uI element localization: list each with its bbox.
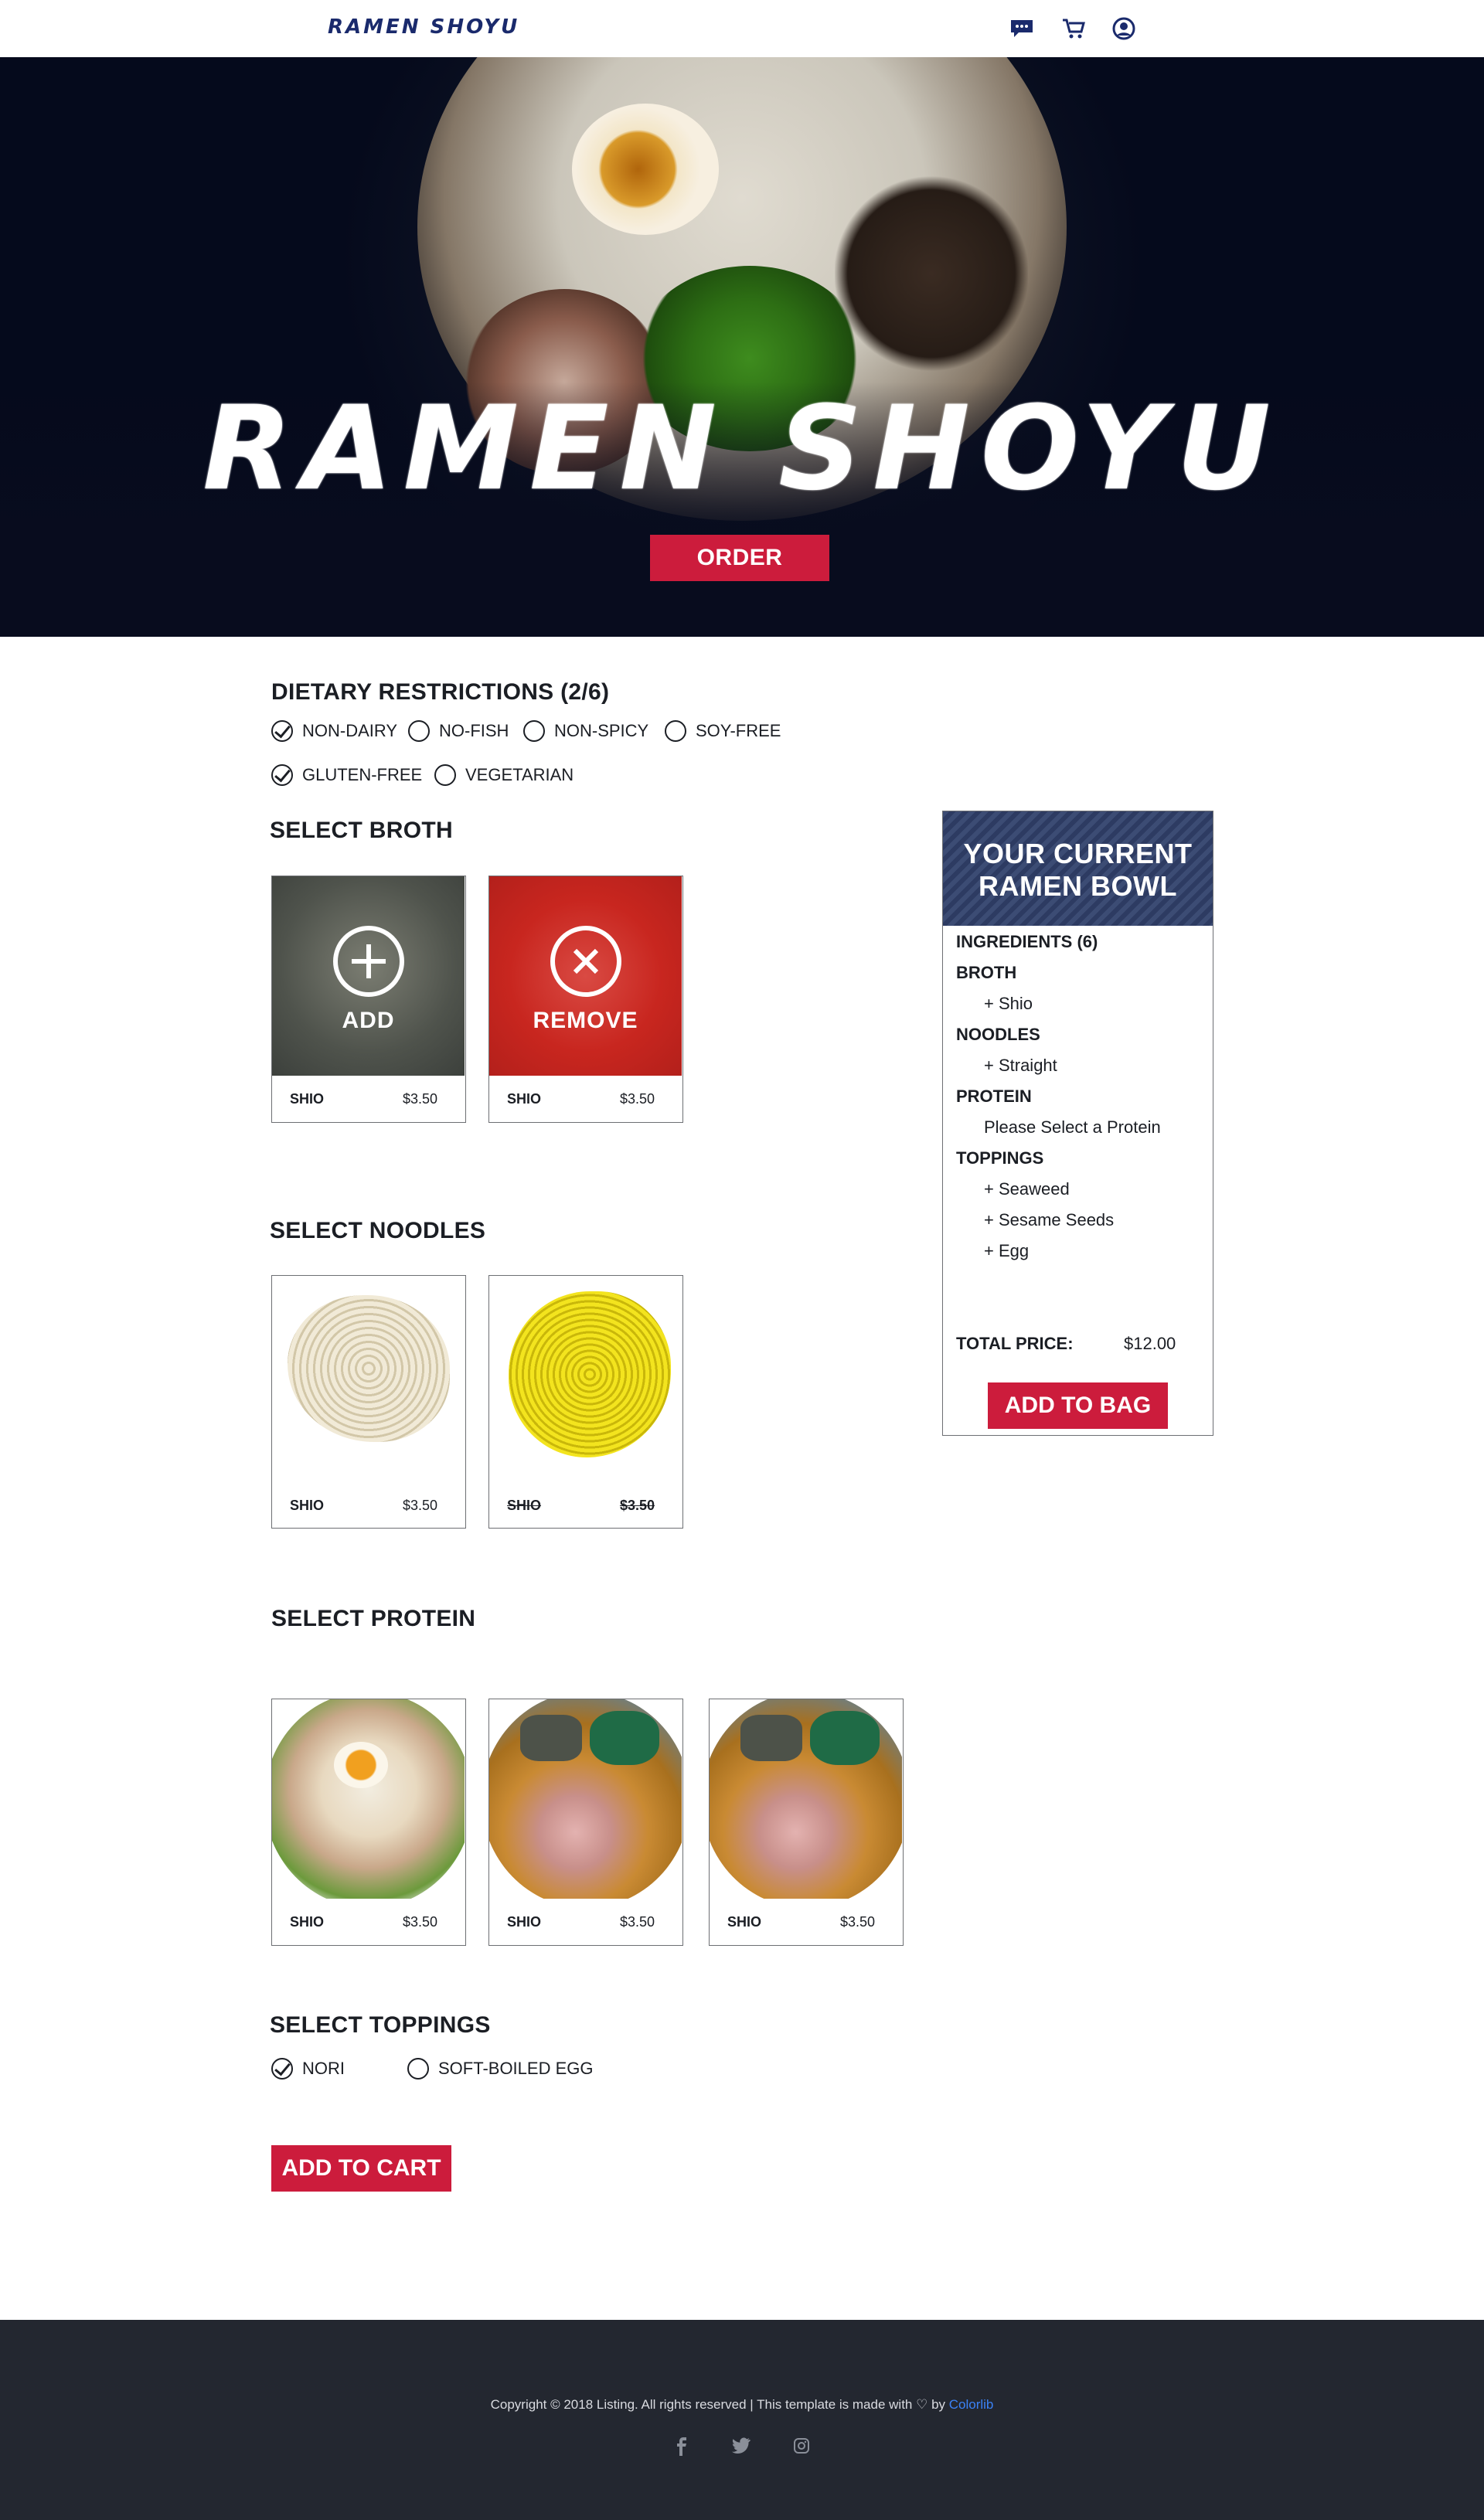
broth-card-add[interactable]: ADD SHIO $3.50: [271, 876, 466, 1123]
hero-title: RAMEN SHOYU: [203, 382, 1281, 516]
remove-label: REMOVE: [533, 1008, 638, 1033]
item-name: SHIO: [290, 1497, 325, 1513]
item-name: SHIO: [727, 1913, 762, 1930]
user-icon[interactable]: [1111, 17, 1137, 40]
topping-item: + Seaweed: [984, 1179, 1070, 1199]
item-price: $3.50: [402, 1497, 437, 1513]
protein-image: [710, 1699, 902, 1899]
item-price: $3.50: [619, 1913, 655, 1930]
checkbox[interactable]: [408, 720, 430, 742]
colorlib-link[interactable]: Colorlib: [949, 2397, 994, 2412]
copyright-text: Copyright © 2018 Listing. All rights res…: [490, 2397, 994, 2412]
toppings-label: TOPPINGS: [956, 1148, 1044, 1168]
dietary-option-non-dairy[interactable]: NON-DAIRY: [271, 720, 397, 742]
broth-title: SELECT BROTH: [270, 818, 453, 843]
egg-image: [572, 104, 719, 235]
noodle-image: [272, 1276, 465, 1483]
broth-image: ADD: [272, 876, 465, 1076]
add-to-cart-button[interactable]: ADD TO CART: [271, 2145, 451, 2192]
social-links: [674, 2437, 810, 2460]
item-price: $3.50: [402, 1913, 437, 1930]
broth-item: + Shio: [984, 994, 1033, 1013]
item-price: $3.50: [839, 1913, 875, 1930]
facebook-icon[interactable]: [674, 2437, 689, 2460]
total-value: $12.00: [1124, 1334, 1176, 1353]
checkbox[interactable]: [665, 720, 686, 742]
plus-icon[interactable]: [333, 926, 404, 997]
topping-option-soft-boiled-egg[interactable]: SOFT-BOILED EGG: [407, 2058, 593, 2080]
add-label: ADD: [342, 1008, 395, 1033]
noodle-card[interactable]: SHIO $3.50: [271, 1275, 466, 1529]
item-price: $3.50: [619, 1497, 655, 1513]
dietary-option-gluten-free[interactable]: GLUTEN-FREE: [271, 764, 422, 786]
dietary-option-soy-free[interactable]: SOY-FREE: [665, 720, 781, 742]
dietary-option-no-fish[interactable]: NO-FISH: [408, 720, 509, 742]
item-price: $3.50: [619, 1090, 655, 1107]
noodle-card[interactable]: SHIO $3.50: [488, 1275, 683, 1529]
noodles-item: + Straight: [984, 1056, 1057, 1075]
footer: Copyright © 2018 Listing. All rights res…: [0, 2320, 1484, 2520]
chat-icon[interactable]: [1009, 17, 1035, 40]
protein-card[interactable]: SHIO $3.50: [488, 1699, 683, 1946]
item-name: SHIO: [507, 1090, 542, 1107]
cart-icon[interactable]: [1060, 17, 1087, 40]
close-icon[interactable]: [550, 926, 621, 997]
broth-card-remove[interactable]: REMOVE SHIO $3.50: [488, 876, 683, 1123]
broth-image: REMOVE: [489, 876, 682, 1076]
summary-header: YOUR CURRENT RAMEN BOWL: [943, 811, 1213, 926]
checkbox[interactable]: [434, 764, 456, 786]
total-label: TOTAL PRICE:: [956, 1334, 1074, 1353]
noodles-label: NOODLES: [956, 1025, 1040, 1044]
checkbox[interactable]: [523, 720, 545, 742]
checkbox[interactable]: [271, 764, 293, 786]
protein-image: [489, 1699, 682, 1899]
broth-label: BROTH: [956, 963, 1017, 982]
protein-title: SELECT PROTEIN: [271, 1606, 476, 1631]
topping-item: + Sesame Seeds: [984, 1210, 1115, 1229]
protein-label: PROTEIN: [956, 1087, 1032, 1106]
toppings-title: SELECT TOPPINGS: [270, 2012, 491, 2038]
noodle-image: [489, 1276, 682, 1483]
protein-item: Please Select a Protein: [984, 1117, 1161, 1137]
ingredients-label: INGREDIENTS (6): [956, 932, 1098, 951]
item-name: SHIO: [290, 1913, 325, 1930]
protein-image: [272, 1699, 465, 1899]
item-name: SHIO: [507, 1497, 542, 1513]
add-to-bag-button[interactable]: ADD TO BAG: [988, 1382, 1168, 1429]
protein-card[interactable]: SHIO $3.50: [709, 1699, 904, 1946]
top-nav: RAMEN SHOYU: [0, 0, 1484, 57]
logo[interactable]: RAMEN SHOYU: [328, 15, 519, 39]
twitter-icon[interactable]: [732, 2437, 751, 2460]
item-name: SHIO: [507, 1913, 542, 1930]
checkbox[interactable]: [271, 720, 293, 742]
protein-card[interactable]: SHIO $3.50: [271, 1699, 466, 1946]
noodles-title: SELECT NOODLES: [270, 1218, 486, 1243]
item-price: $3.50: [402, 1090, 437, 1107]
current-bowl-summary: YOUR CURRENT RAMEN BOWL INGREDIENTS (6) …: [942, 811, 1213, 1436]
order-button[interactable]: ORDER: [650, 535, 829, 581]
checkbox[interactable]: [271, 2058, 293, 2080]
instagram-icon[interactable]: [793, 2437, 810, 2460]
topping-item: + Egg: [984, 1241, 1030, 1260]
checkbox[interactable]: [407, 2058, 429, 2080]
dietary-option-non-spicy[interactable]: NON-SPICY: [523, 720, 648, 742]
topping-option-nori[interactable]: NORI: [271, 2058, 345, 2080]
item-name: SHIO: [290, 1090, 325, 1107]
dietary-option-vegetarian[interactable]: VEGETARIAN: [434, 764, 574, 786]
dietary-title: DIETARY RESTRICTIONS (2/6): [271, 679, 610, 705]
